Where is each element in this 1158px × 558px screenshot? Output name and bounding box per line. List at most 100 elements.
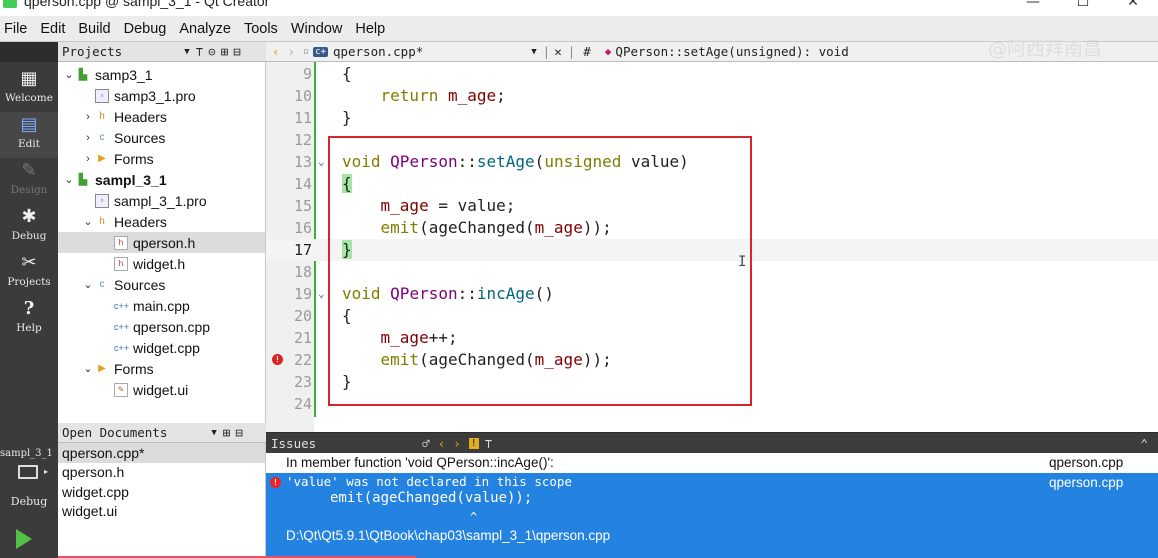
expanded-arrow-icon[interactable]: ⌄	[81, 278, 95, 291]
code-text: m_age = value;	[380, 196, 516, 215]
close-pane-icon[interactable]: ⊟	[233, 44, 241, 59]
open-doc-item[interactable]: qperson.h	[58, 463, 265, 483]
mode-welcome[interactable]: ▦ Welcome	[0, 66, 58, 112]
mode-help[interactable]: ? Help	[0, 296, 58, 342]
filter-icon[interactable]: ⊤	[196, 44, 204, 59]
tree-item-label: sampl_3_1	[95, 171, 167, 188]
forward-arrow-icon[interactable]: ›	[288, 44, 296, 59]
code-editor[interactable]: 9{10 return m_age; 11} 12 13 ⌄ void QPerson::…	[266, 62, 1158, 432]
code-line[interactable]: 23}	[266, 371, 1158, 393]
menu-build[interactable]: Build	[78, 21, 110, 37]
expanded-arrow-icon[interactable]: ⌄	[62, 68, 76, 81]
expanded-arrow-icon[interactable]: ⌄	[62, 173, 76, 186]
tree-item[interactable]: c++ main.cpp	[58, 295, 265, 316]
code-line[interactable]: 24	[266, 393, 1158, 415]
menu-help[interactable]: Help	[355, 21, 385, 37]
fold-marker-icon[interactable]: ⌄	[318, 151, 325, 173]
mode-edit[interactable]: ▤ Edit	[0, 112, 58, 158]
tree-item[interactable]: ▫ samp3_1.pro	[58, 85, 265, 106]
mode-debug[interactable]: ✱ Debug	[0, 204, 58, 250]
code-line[interactable]: 13 ⌄ void QPerson::setAge(unsigned value)	[266, 151, 1158, 173]
tree-item[interactable]: c++ qperson.cpp	[58, 316, 265, 337]
code-line[interactable]: 11}	[266, 107, 1158, 129]
code-line[interactable]: 9{	[266, 63, 1158, 85]
menu-edit[interactable]: Edit	[40, 21, 65, 37]
menu-window[interactable]: Window	[291, 21, 343, 37]
tree-item[interactable]: › ▶ Forms	[58, 148, 265, 169]
collapsed-arrow-icon[interactable]: ›	[81, 153, 95, 165]
tree-item[interactable]: › h Headers	[58, 106, 265, 127]
pane-dropdown-icon[interactable]: ▼	[211, 428, 216, 438]
target-selector[interactable]: sampl_3_1 ▸ Debug	[0, 445, 58, 515]
tree-item[interactable]: ✎ widget.ui	[58, 379, 265, 400]
file-dropdown-icon[interactable]: ▼	[531, 47, 536, 57]
file-tab[interactable]: qperson.cpp*	[333, 44, 423, 59]
filter-icon[interactable]: ⊤	[485, 436, 493, 451]
line-number: 20	[293, 307, 312, 325]
split-icon[interactable]: ⊞	[221, 44, 229, 59]
prev-issue-icon[interactable]: ‹	[438, 436, 446, 451]
next-issue-icon[interactable]: ›	[453, 436, 461, 451]
code-line[interactable]: 10 return m_age;	[266, 85, 1158, 107]
mode-design[interactable]: ✎ Design	[0, 158, 58, 204]
cpp-file-icon: c+	[313, 46, 328, 57]
code-line[interactable]: 16 emit(ageChanged(m_age));	[266, 217, 1158, 239]
close-pane-icon[interactable]: ⊟	[235, 425, 243, 440]
tree-item[interactable]: ⌄ c Sources	[58, 274, 265, 295]
code-line[interactable]: 12	[266, 129, 1158, 151]
close-button[interactable]: ✕	[1108, 0, 1158, 10]
code-line[interactable]: 19 ⌄ void QPerson::incAge()	[266, 283, 1158, 305]
proj-file-icon: ▙	[78, 173, 88, 186]
pane-dropdown-icon[interactable]: ▼	[184, 47, 189, 57]
tree-item[interactable]: ⌄ ▙ sampl_3_1	[58, 169, 265, 190]
tree-item[interactable]: c++ widget.cpp	[58, 337, 265, 358]
expanded-arrow-icon[interactable]: ⌄	[81, 362, 95, 375]
code-line[interactable]: 15 m_age = value;	[266, 195, 1158, 217]
tree-item[interactable]: h widget.h	[58, 253, 265, 274]
code-line[interactable]: 14 {	[266, 173, 1158, 195]
tree-item[interactable]: ⌄ h Headers	[58, 211, 265, 232]
proj-file-icon: ▙	[78, 68, 88, 81]
open-doc-item[interactable]: qperson.cpp*	[58, 443, 265, 463]
collapsed-arrow-icon[interactable]: ›	[81, 132, 95, 144]
link-icon[interactable]: ⊝	[208, 44, 216, 59]
close-file-icon[interactable]: ✕	[554, 44, 562, 59]
tree-item[interactable]: ⌄ ▙ samp3_1	[58, 64, 265, 85]
split-icon[interactable]: ⊞	[223, 425, 231, 440]
line-number: 19	[293, 285, 312, 303]
code-line[interactable]: 20 {	[266, 305, 1158, 327]
menu-tools[interactable]: Tools	[244, 21, 278, 37]
open-doc-item[interactable]: widget.cpp	[58, 482, 265, 502]
maximize-button[interactable]: ☐	[1058, 0, 1108, 10]
minimize-button[interactable]: —	[1008, 0, 1058, 10]
tree-item[interactable]: ▫ sampl_3_1.pro	[58, 190, 265, 211]
warning-filter-icon[interactable]: !	[468, 437, 479, 449]
grid-icon: ▦	[20, 68, 38, 89]
fold-marker-icon[interactable]: ⌄	[318, 283, 325, 305]
tree-item[interactable]: › c Sources	[58, 127, 265, 148]
issue-row-selected[interactable]: ! 'value' was not declared in this scope…	[266, 473, 1158, 558]
build-icon[interactable]: ♂	[422, 436, 430, 451]
tree-item[interactable]: h qperson.h	[58, 232, 265, 253]
collapse-pane-icon[interactable]: ⌃	[1140, 436, 1148, 451]
back-arrow-icon[interactable]: ‹	[272, 44, 280, 59]
code-line[interactable]: ! 22 emit(ageChanged(m_age));	[266, 349, 1158, 371]
code-line[interactable]: 17}	[266, 239, 1158, 261]
open-doc-item[interactable]: widget.ui	[58, 502, 265, 522]
code-text: return m_age;	[380, 86, 506, 105]
collapsed-arrow-icon[interactable]: ›	[81, 111, 95, 123]
line-number: 16	[293, 219, 312, 237]
text-cursor-icon: I	[738, 254, 747, 270]
code-line[interactable]: 18	[266, 261, 1158, 283]
tree-item[interactable]: ⌄ ▶ Forms	[58, 358, 265, 379]
expanded-arrow-icon[interactable]: ⌄	[81, 215, 95, 228]
menu-analyze[interactable]: Analyze	[179, 21, 231, 37]
code-line[interactable]: 21 m_age++;	[266, 327, 1158, 349]
menu-debug[interactable]: Debug	[124, 21, 167, 37]
function-crumb[interactable]: QPerson::setAge(unsigned): void	[615, 44, 848, 59]
projects-pane-title[interactable]: Projects	[62, 44, 122, 59]
mode-projects[interactable]: ✂ Projects	[0, 250, 58, 296]
run-button[interactable]	[16, 529, 32, 549]
issue-context-row[interactable]: In member function 'void QPerson::incAge…	[266, 453, 1158, 473]
menu-file[interactable]: File	[4, 21, 27, 37]
